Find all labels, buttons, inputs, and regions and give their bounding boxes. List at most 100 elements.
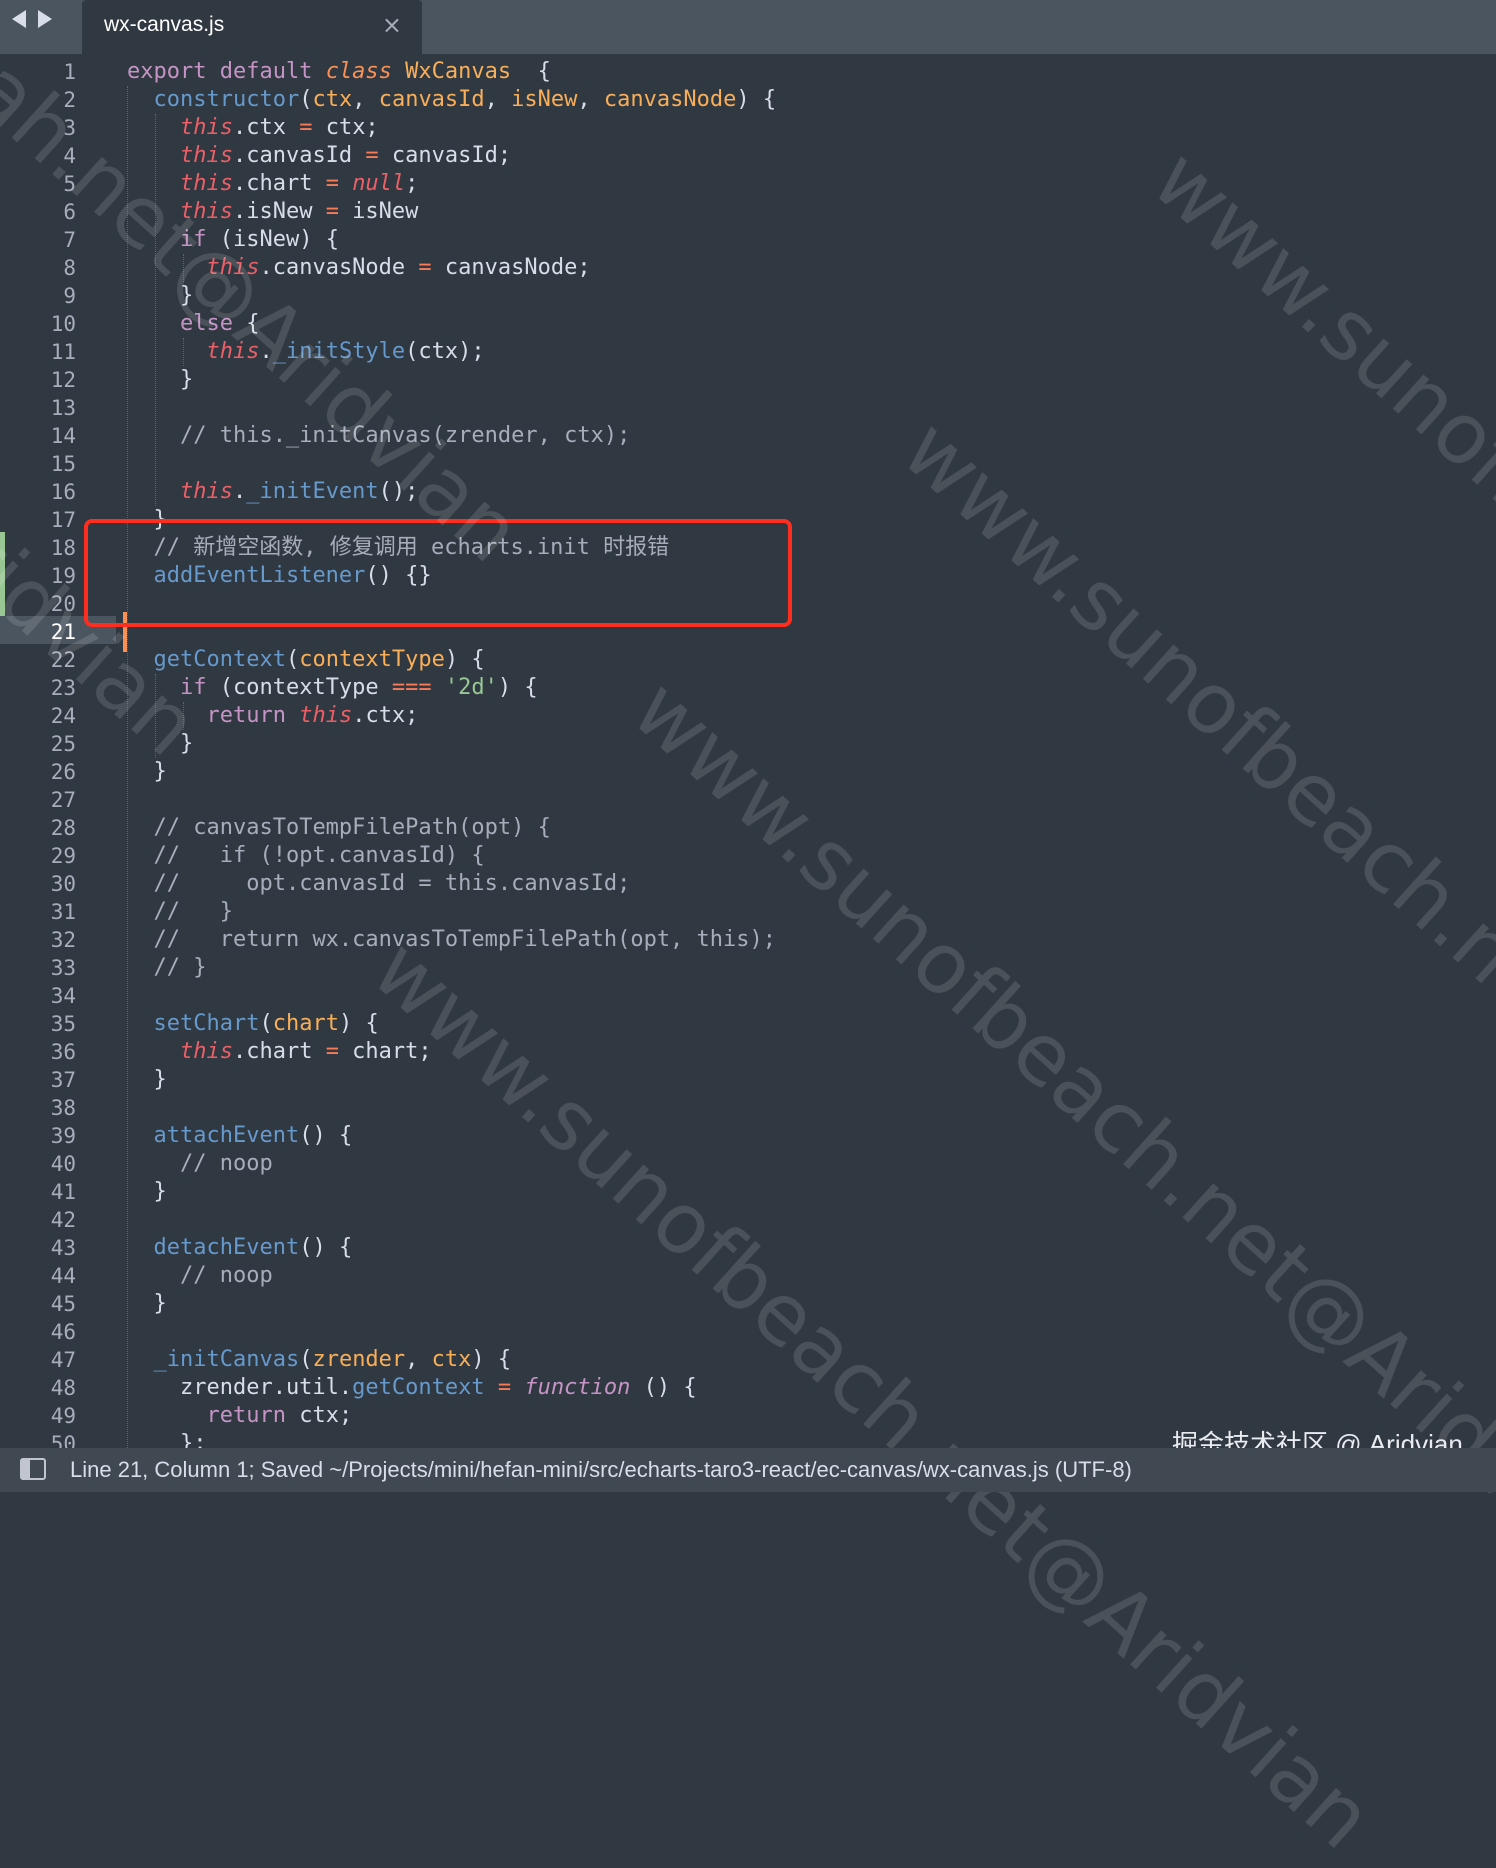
tab-bar: wx-canvas.js × — [0, 0, 1496, 54]
code-line[interactable]: } — [127, 1290, 167, 1318]
code-line[interactable]: getContext(contextType) { — [127, 646, 485, 674]
line-number: 16 — [50, 480, 76, 504]
code-line[interactable]: // } — [127, 954, 207, 982]
status-bar: Line 21, Column 1; Saved ~/Projects/mini… — [0, 1448, 1496, 1492]
code-line[interactable]: // } — [127, 898, 233, 926]
code-token: === — [391, 675, 432, 700]
code-token: ctx — [431, 1347, 472, 1372]
code-line[interactable]: zrender.util.getContext = function () { — [127, 1374, 697, 1402]
code-token: zrender.util. — [127, 1375, 353, 1400]
code-line[interactable]: attachEvent() { — [127, 1122, 353, 1150]
code-token: getContext — [153, 647, 286, 672]
code-line[interactable]: export default class WxCanvas { — [127, 58, 551, 86]
code-token: this — [299, 703, 353, 728]
code-token: _initCanvas — [153, 1347, 300, 1372]
code-line[interactable]: this.isNew = isNew — [127, 198, 418, 226]
code-token: chart — [272, 1011, 339, 1036]
code-line[interactable]: if (isNew) { — [127, 226, 339, 254]
code-token: (isNew) { — [206, 227, 339, 252]
code-token: this — [206, 339, 260, 364]
code-token: , — [405, 1347, 432, 1372]
code-token: this — [179, 199, 233, 224]
line-number: 32 — [50, 928, 76, 952]
code-token: () { — [299, 1123, 353, 1148]
code-line[interactable]: // noop — [127, 1150, 273, 1178]
code-line[interactable]: // this._initCanvas(zrender, ctx); — [127, 422, 630, 450]
line-number: 27 — [50, 788, 76, 812]
code-line[interactable]: detachEvent() { — [127, 1234, 353, 1262]
code-token: ) { — [736, 87, 777, 112]
line-number: 19 — [50, 564, 76, 588]
back-arrow-icon[interactable] — [12, 10, 26, 28]
line-number: 2 — [63, 88, 76, 112]
code-token: , — [577, 87, 604, 112]
line-number: 22 — [50, 648, 76, 672]
code-token: .ctx; — [352, 703, 419, 728]
code-line[interactable]: else { — [127, 310, 259, 338]
code-token: class — [325, 59, 406, 84]
line-number: 20 — [50, 592, 76, 616]
line-number: 38 — [50, 1096, 76, 1120]
code-line[interactable]: // noop — [127, 1262, 273, 1290]
code-line[interactable]: this.ctx = ctx; — [127, 114, 379, 142]
code-line[interactable]: this.chart = chart; — [127, 1038, 432, 1066]
line-number: 21 — [50, 620, 76, 644]
code-line[interactable]: this.chart = null; — [127, 170, 418, 198]
code-token: WxCanvas — [405, 59, 512, 84]
line-number: 23 — [50, 676, 76, 700]
code-line[interactable]: }; — [127, 1430, 207, 1448]
forward-arrow-icon[interactable] — [38, 10, 52, 28]
code-line[interactable]: } — [127, 758, 166, 786]
code-line[interactable]: if (contextType === '2d') { — [127, 674, 538, 702]
code-token: this — [179, 1039, 233, 1064]
code-token: } — [127, 1179, 167, 1204]
code-line[interactable]: this.canvasId = canvasId; — [127, 142, 511, 170]
code-token: this — [179, 143, 233, 168]
code-line[interactable]: } — [127, 1066, 166, 1094]
code-token: canvasId — [378, 87, 485, 112]
code-line[interactable]: setChart(chart) { — [127, 1010, 379, 1038]
code-token: ) { — [444, 647, 485, 672]
code-line[interactable]: constructor(ctx, canvasId, isNew, canvas… — [127, 86, 777, 114]
code-line[interactable]: } — [127, 366, 193, 394]
code-line[interactable]: // return wx.canvasToTempFilePath(opt, t… — [127, 926, 777, 954]
code-line[interactable]: // canvasToTempFilePath(opt) { — [127, 814, 551, 842]
code-token: null — [352, 171, 406, 196]
code-token: . — [259, 339, 273, 364]
close-icon[interactable]: × — [382, 11, 402, 39]
line-number: 34 — [50, 984, 76, 1008]
code-line[interactable]: return this.ctx; — [127, 702, 418, 730]
line-number: 15 — [50, 452, 76, 476]
code-token: } — [127, 283, 194, 308]
code-line[interactable]: // if (!opt.canvasId) { — [127, 842, 485, 870]
code-line[interactable]: return ctx; — [127, 1402, 352, 1430]
code-line[interactable]: } — [127, 282, 193, 310]
code-line[interactable]: } — [127, 730, 193, 758]
code-line[interactable]: // opt.canvasId = this.canvasId; — [127, 870, 631, 898]
line-number: 45 — [50, 1292, 76, 1316]
code-token: return — [206, 1403, 286, 1428]
line-number: 36 — [50, 1040, 76, 1064]
sidebar-toggle-icon[interactable] — [20, 1458, 46, 1480]
code-token: // opt.canvasId = this.canvasId; — [153, 871, 631, 896]
code-line[interactable]: _initCanvas(zrender, ctx) { — [127, 1346, 512, 1374]
annotation-highlight-box — [84, 519, 792, 627]
code-token: isNew — [511, 87, 578, 112]
code-token: return — [206, 703, 286, 728]
code-line[interactable]: this.canvasNode = canvasNode; — [127, 254, 590, 282]
line-number: 29 — [50, 844, 76, 868]
code-line[interactable]: } — [127, 1178, 167, 1206]
code-editor[interactable]: 1 2 3 4 5 6 7 8 9 10 11 12 13 14 15 16 17 18 19 20 21 22 23 24 2… — [0, 54, 1496, 1448]
code-line[interactable]: this._initEvent(); — [127, 478, 418, 506]
tab-wx-canvas[interactable]: wx-canvas.js × — [82, 0, 422, 54]
code-line[interactable]: this._initStyle(ctx); — [127, 338, 484, 366]
line-number: 37 — [50, 1068, 76, 1092]
code-token: if — [179, 227, 207, 252]
code-token: } — [127, 1291, 167, 1316]
line-number: 39 — [50, 1124, 76, 1148]
